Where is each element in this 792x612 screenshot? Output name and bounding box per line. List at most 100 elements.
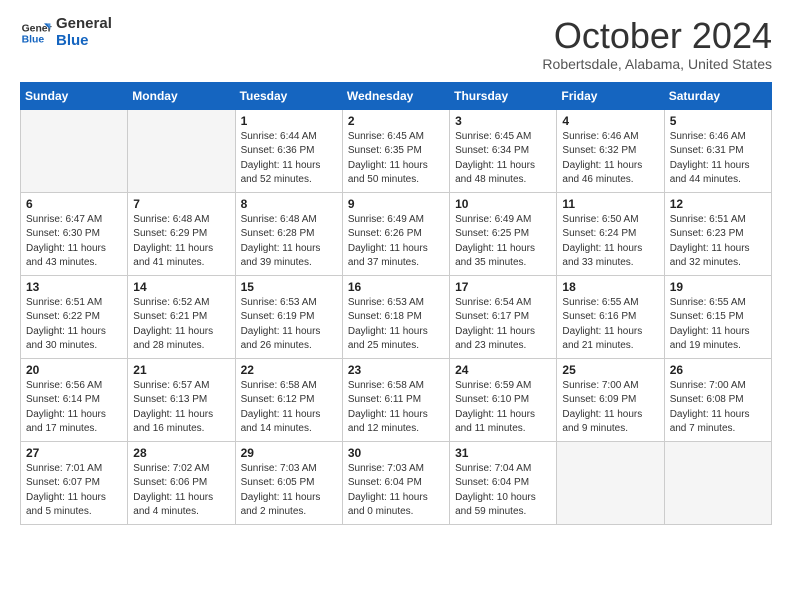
day-number: 24 — [455, 363, 551, 377]
calendar-cell: 24 Sunrise: 6:59 AM Sunset: 6:10 PM Dayli… — [450, 358, 557, 441]
calendar-cell: 11 Sunrise: 6:50 AM Sunset: 6:24 PM Dayli… — [557, 192, 664, 275]
calendar-cell: 8Sunrise: 6:48 AM Sunset: 6:28 PM Daylig… — [235, 192, 342, 275]
calendar-cell: 5 Sunrise: 6:46 AM Sunset: 6:31 PM Daylig… — [664, 109, 771, 192]
day-info: Sunrise: 7:03 AM Sunset: 6:04 PM Dayligh… — [348, 462, 444, 520]
day-info: Sunrise: 6:47 AM Sunset: 6:30 PM Dayligh… — [26, 213, 122, 271]
day-info: Sunrise: 6:46 AM Sunset: 6:32 PM Dayligh… — [562, 130, 658, 188]
day-info: Sunrise: 7:03 AM Sunset: 6:05 PM Dayligh… — [241, 462, 337, 520]
weekday-header-wednesday: Wednesday — [342, 82, 449, 109]
header: General Blue General Blue October 2024 R… — [20, 16, 772, 72]
day-number: 1 — [241, 114, 337, 128]
day-info: Sunrise: 6:49 AM Sunset: 6:26 PM Dayligh… — [348, 213, 444, 271]
day-number: 26 — [670, 363, 766, 377]
calendar-cell: 2Sunrise: 6:45 AM Sunset: 6:35 PM Daylig… — [342, 109, 449, 192]
calendar-cell: 1 Sunrise: 6:44 AM Sunset: 6:36 PM Daylig… — [235, 109, 342, 192]
calendar-cell: 16Sunrise: 6:53 AM Sunset: 6:18 PM Dayli… — [342, 275, 449, 358]
logo-blue: Blue — [56, 33, 112, 50]
day-info: Sunrise: 6:58 AM Sunset: 6:11 PM Dayligh… — [348, 379, 444, 437]
day-info: Sunrise: 6:59 AM Sunset: 6:10 PM Dayligh… — [455, 379, 551, 437]
day-info: Sunrise: 7:00 AM Sunset: 6:08 PM Dayligh… — [670, 379, 766, 437]
day-number: 5 — [670, 114, 766, 128]
day-number: 10 — [455, 197, 551, 211]
calendar-cell: 29Sunrise: 7:03 AM Sunset: 6:05 PM Dayli… — [235, 441, 342, 524]
calendar-cell: 18Sunrise: 6:55 AM Sunset: 6:16 PM Dayli… — [557, 275, 664, 358]
day-info: Sunrise: 7:01 AM Sunset: 6:07 PM Dayligh… — [26, 462, 122, 520]
calendar-cell: 31Sunrise: 7:04 AM Sunset: 6:04 PM Dayli… — [450, 441, 557, 524]
calendar-cell: 28 Sunrise: 7:02 AM Sunset: 6:06 PM Dayli… — [128, 441, 235, 524]
logo-icon: General Blue — [20, 17, 52, 49]
calendar-week-5: 27 Sunrise: 7:01 AM Sunset: 6:07 PM Dayli… — [21, 441, 772, 524]
day-info: Sunrise: 6:50 AM Sunset: 6:24 PM Dayligh… — [562, 213, 658, 271]
day-number: 18 — [562, 280, 658, 294]
day-info: Sunrise: 7:02 AM Sunset: 6:06 PM Dayligh… — [133, 462, 229, 520]
calendar-cell: 3 Sunrise: 6:45 AM Sunset: 6:34 PM Daylig… — [450, 109, 557, 192]
day-info: Sunrise: 6:53 AM Sunset: 6:18 PM Dayligh… — [348, 296, 444, 354]
calendar-cell — [664, 441, 771, 524]
day-number: 25 — [562, 363, 658, 377]
calendar-cell: 20 Sunrise: 6:56 AM Sunset: 6:14 PM Dayli… — [21, 358, 128, 441]
calendar-cell: 25Sunrise: 7:00 AM Sunset: 6:09 PM Dayli… — [557, 358, 664, 441]
calendar-cell: 12Sunrise: 6:51 AM Sunset: 6:23 PM Dayli… — [664, 192, 771, 275]
calendar-cell: 26 Sunrise: 7:00 AM Sunset: 6:08 PM Dayli… — [664, 358, 771, 441]
day-info: Sunrise: 7:04 AM Sunset: 6:04 PM Dayligh… — [455, 462, 551, 520]
calendar-cell — [128, 109, 235, 192]
weekday-header-thursday: Thursday — [450, 82, 557, 109]
location-title: Robertsdale, Alabama, United States — [542, 56, 772, 72]
calendar-cell: 19 Sunrise: 6:55 AM Sunset: 6:15 PM Dayli… — [664, 275, 771, 358]
day-number: 11 — [562, 197, 658, 211]
day-info: Sunrise: 6:51 AM Sunset: 6:22 PM Dayligh… — [26, 296, 122, 354]
calendar-cell — [557, 441, 664, 524]
calendar-cell — [21, 109, 128, 192]
month-title: October 2024 — [542, 16, 772, 56]
calendar-cell: 22Sunrise: 6:58 AM Sunset: 6:12 PM Dayli… — [235, 358, 342, 441]
day-number: 6 — [26, 197, 122, 211]
day-number: 12 — [670, 197, 766, 211]
weekday-header-sunday: Sunday — [21, 82, 128, 109]
day-number: 14 — [133, 280, 229, 294]
calendar-cell: 6 Sunrise: 6:47 AM Sunset: 6:30 PM Daylig… — [21, 192, 128, 275]
day-info: Sunrise: 6:56 AM Sunset: 6:14 PM Dayligh… — [26, 379, 122, 437]
calendar-cell: 21 Sunrise: 6:57 AM Sunset: 6:13 PM Dayli… — [128, 358, 235, 441]
calendar-cell: 14 Sunrise: 6:52 AM Sunset: 6:21 PM Dayli… — [128, 275, 235, 358]
logo-general: General — [56, 16, 112, 33]
day-number: 7 — [133, 197, 229, 211]
day-info: Sunrise: 6:53 AM Sunset: 6:19 PM Dayligh… — [241, 296, 337, 354]
day-number: 28 — [133, 446, 229, 460]
weekday-header-friday: Friday — [557, 82, 664, 109]
day-info: Sunrise: 6:54 AM Sunset: 6:17 PM Dayligh… — [455, 296, 551, 354]
day-number: 27 — [26, 446, 122, 460]
calendar-header-row: SundayMondayTuesdayWednesdayThursdayFrid… — [21, 82, 772, 109]
day-number: 3 — [455, 114, 551, 128]
calendar-cell: 10 Sunrise: 6:49 AM Sunset: 6:25 PM Dayli… — [450, 192, 557, 275]
day-number: 15 — [241, 280, 337, 294]
day-info: Sunrise: 6:57 AM Sunset: 6:13 PM Dayligh… — [133, 379, 229, 437]
calendar-cell: 7Sunrise: 6:48 AM Sunset: 6:29 PM Daylig… — [128, 192, 235, 275]
calendar-week-2: 6 Sunrise: 6:47 AM Sunset: 6:30 PM Daylig… — [21, 192, 772, 275]
day-info: Sunrise: 6:49 AM Sunset: 6:25 PM Dayligh… — [455, 213, 551, 271]
day-number: 17 — [455, 280, 551, 294]
calendar-cell: 23Sunrise: 6:58 AM Sunset: 6:11 PM Dayli… — [342, 358, 449, 441]
day-number: 4 — [562, 114, 658, 128]
day-number: 19 — [670, 280, 766, 294]
calendar-week-1: 1 Sunrise: 6:44 AM Sunset: 6:36 PM Daylig… — [21, 109, 772, 192]
day-number: 21 — [133, 363, 229, 377]
day-number: 2 — [348, 114, 444, 128]
calendar-cell: 15 Sunrise: 6:53 AM Sunset: 6:19 PM Dayli… — [235, 275, 342, 358]
calendar-cell: 30Sunrise: 7:03 AM Sunset: 6:04 PM Dayli… — [342, 441, 449, 524]
logo: General Blue General Blue — [20, 16, 112, 49]
calendar-body: 1 Sunrise: 6:44 AM Sunset: 6:36 PM Daylig… — [21, 109, 772, 524]
calendar-cell: 17 Sunrise: 6:54 AM Sunset: 6:17 PM Dayli… — [450, 275, 557, 358]
day-info: Sunrise: 6:58 AM Sunset: 6:12 PM Dayligh… — [241, 379, 337, 437]
weekday-header-tuesday: Tuesday — [235, 82, 342, 109]
day-info: Sunrise: 6:52 AM Sunset: 6:21 PM Dayligh… — [133, 296, 229, 354]
day-info: Sunrise: 6:46 AM Sunset: 6:31 PM Dayligh… — [670, 130, 766, 188]
day-number: 20 — [26, 363, 122, 377]
calendar-cell: 9Sunrise: 6:49 AM Sunset: 6:26 PM Daylig… — [342, 192, 449, 275]
calendar-table: SundayMondayTuesdayWednesdayThursdayFrid… — [20, 82, 772, 525]
title-area: October 2024 Robertsdale, Alabama, Unite… — [542, 16, 772, 72]
day-info: Sunrise: 6:45 AM Sunset: 6:34 PM Dayligh… — [455, 130, 551, 188]
day-info: Sunrise: 6:44 AM Sunset: 6:36 PM Dayligh… — [241, 130, 337, 188]
calendar-week-4: 20 Sunrise: 6:56 AM Sunset: 6:14 PM Dayli… — [21, 358, 772, 441]
weekday-header-monday: Monday — [128, 82, 235, 109]
day-info: Sunrise: 6:55 AM Sunset: 6:15 PM Dayligh… — [670, 296, 766, 354]
